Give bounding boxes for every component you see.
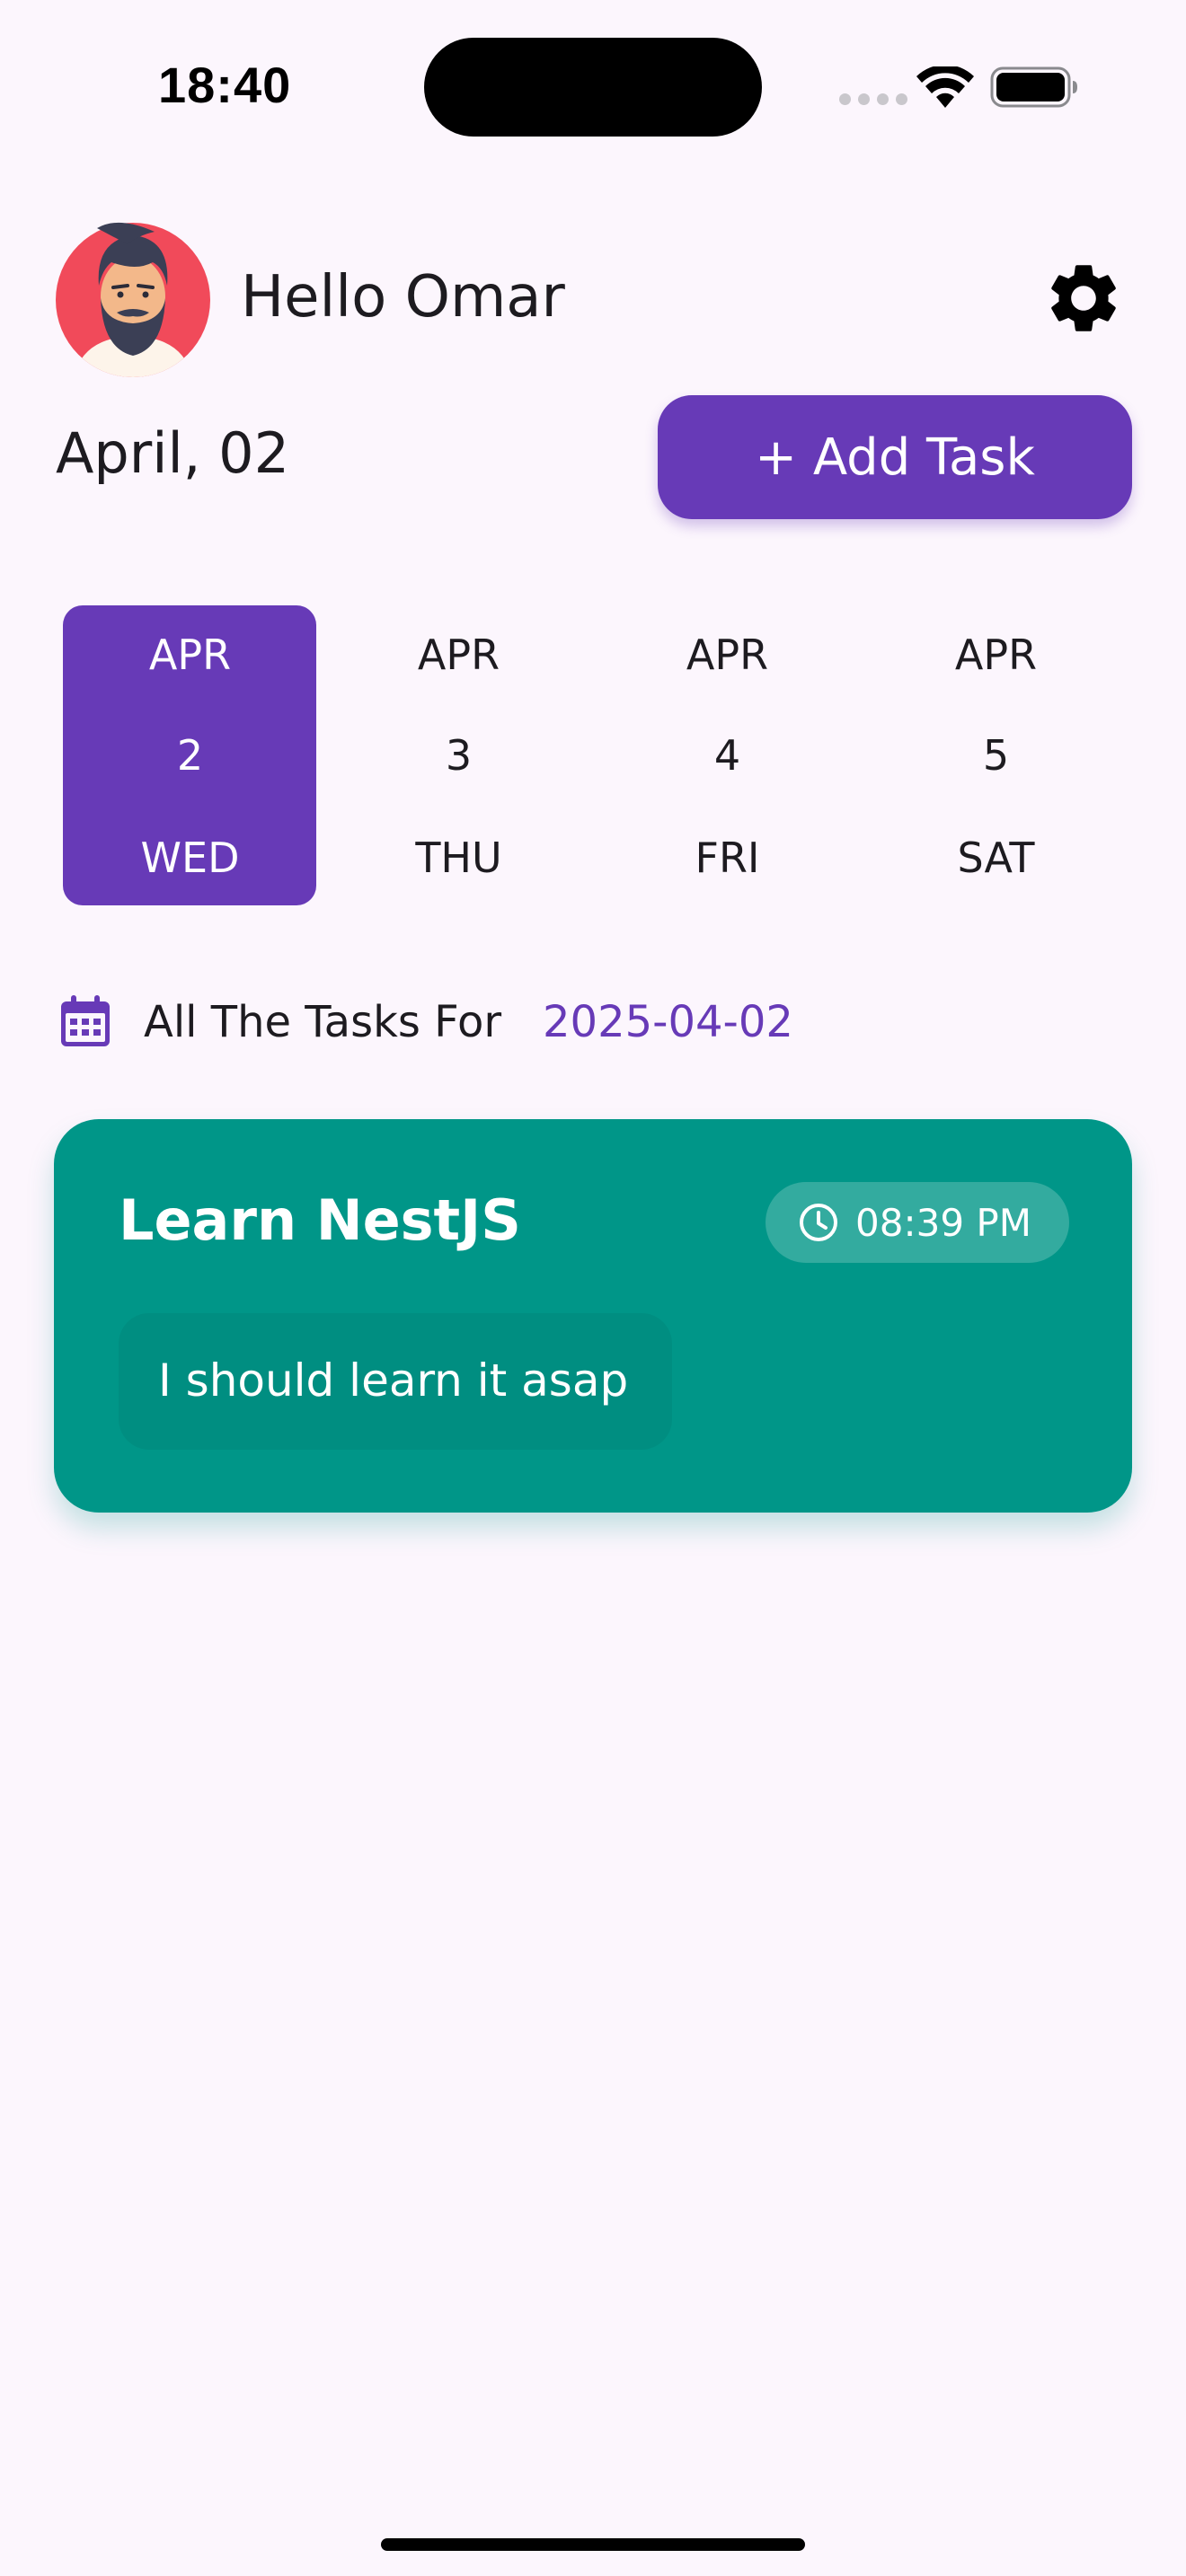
current-date-label: April, 02 <box>56 420 290 486</box>
calendar-icon <box>61 995 110 1046</box>
date-day: 5 <box>982 731 1010 780</box>
greeting-text: Hello Omar <box>241 264 565 331</box>
date-item-apr-5[interactable]: APR 5 SAT <box>862 604 1130 907</box>
task-description-box: I should learn it asap <box>119 1313 672 1450</box>
date-month: APR <box>417 631 500 679</box>
dynamic-island <box>424 38 762 137</box>
date-day: 4 <box>713 731 741 780</box>
task-card[interactable]: Learn NestJS 08:39 PM I should learn it … <box>54 1119 1132 1513</box>
tasks-date: 2025-04-02 <box>543 997 793 1047</box>
clock-icon <box>800 1204 837 1241</box>
add-task-button[interactable]: + Add Task <box>658 395 1132 519</box>
home-indicator[interactable] <box>381 2538 805 2551</box>
date-weekday: WED <box>140 834 240 882</box>
battery-icon <box>990 66 1077 108</box>
date-weekday: SAT <box>957 834 1035 882</box>
date-item-apr-4[interactable]: APR 4 FRI <box>593 604 862 907</box>
task-title: Learn NestJS <box>119 1187 521 1253</box>
avatar[interactable] <box>56 222 210 377</box>
date-weekday: FRI <box>695 834 760 882</box>
date-picker-strip: APR 2 WED APR 3 THU APR 4 FRI APR 5 SAT <box>56 604 1130 907</box>
task-description: I should learn it asap <box>158 1354 629 1407</box>
date-item-apr-2[interactable]: APR 2 WED <box>56 604 324 907</box>
date-day: 3 <box>445 731 473 780</box>
date-day: 2 <box>176 731 204 780</box>
date-month: APR <box>954 631 1038 679</box>
signal-dots-icon <box>839 93 907 105</box>
date-weekday: THU <box>415 834 502 882</box>
tasks-heading: All The Tasks For <box>144 997 502 1047</box>
status-time: 18:40 <box>158 57 292 113</box>
wifi-icon <box>916 66 974 108</box>
gear-icon[interactable] <box>1042 257 1125 340</box>
date-month: APR <box>686 631 769 679</box>
date-item-apr-3[interactable]: APR 3 THU <box>324 604 593 907</box>
task-time-badge: 08:39 PM <box>766 1182 1069 1263</box>
date-month: APR <box>148 631 232 679</box>
task-time: 08:39 PM <box>855 1200 1031 1245</box>
